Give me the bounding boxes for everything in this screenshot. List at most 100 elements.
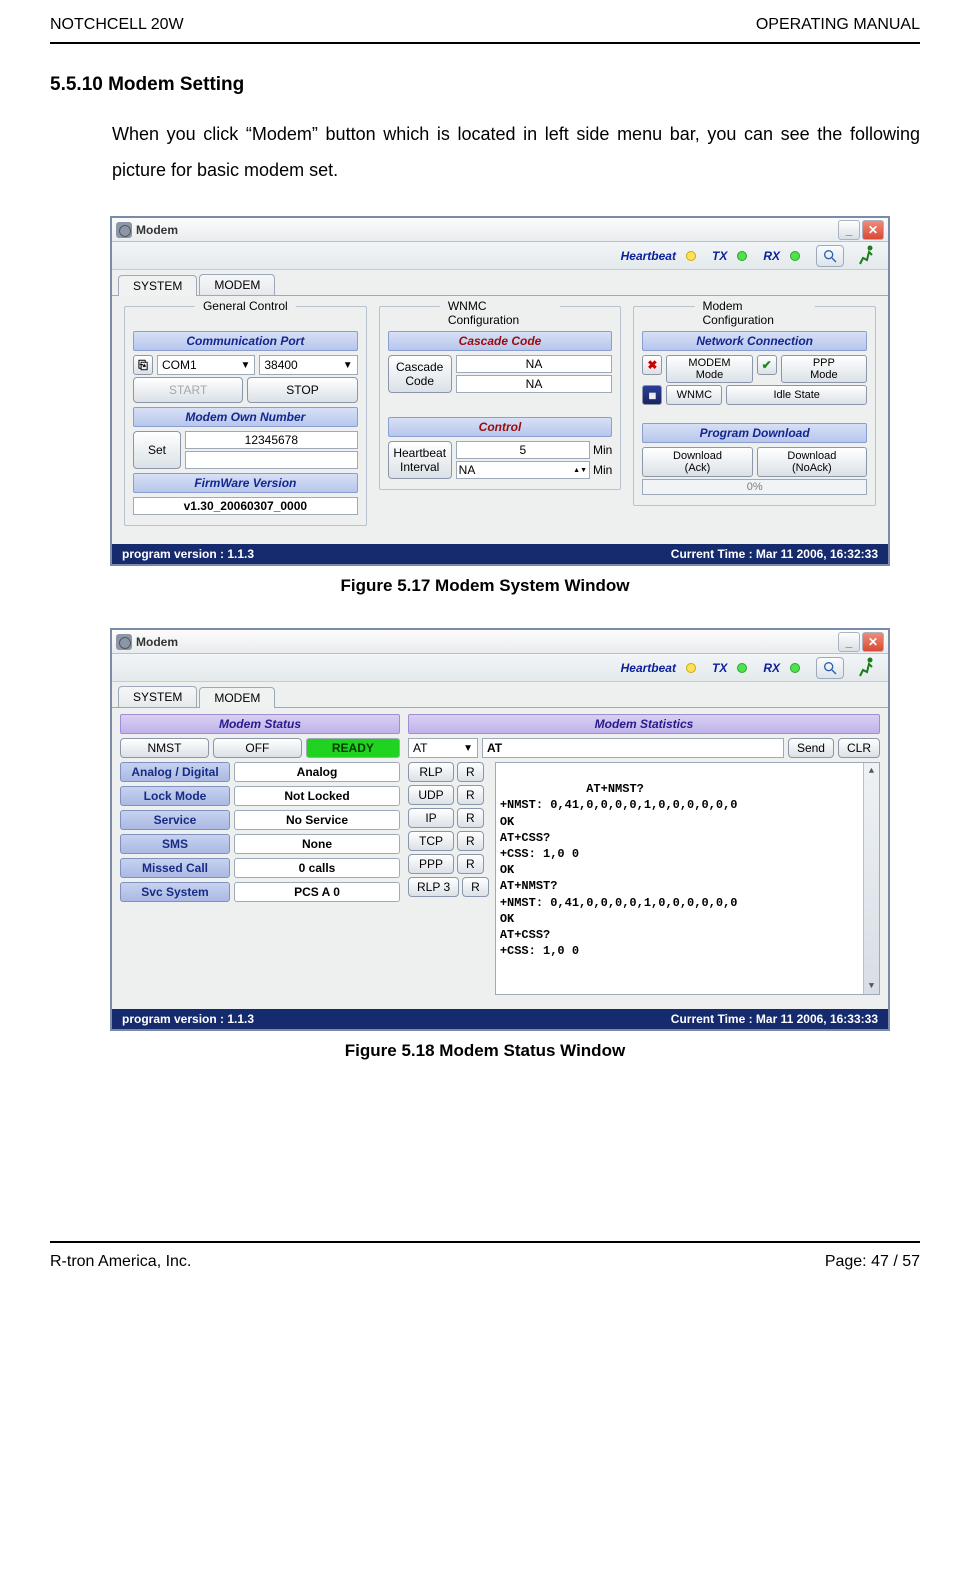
app-icon: [116, 634, 132, 650]
modem-status-header: Modem Status: [120, 714, 400, 734]
rx-indicator-icon: [790, 663, 800, 673]
start-button[interactable]: START: [133, 377, 243, 403]
tab-system[interactable]: SYSTEM: [118, 275, 197, 296]
status-value-2: No Service: [234, 810, 400, 830]
heartbeat-label: Heartbeat: [621, 249, 676, 263]
close-button[interactable]: ✕: [862, 220, 884, 240]
window-title: Modem: [136, 223, 178, 237]
magnifier-icon: [822, 248, 838, 264]
cascade-code-button[interactable]: Cascade Code: [388, 355, 452, 393]
doc-footer-left: R-tron America, Inc.: [50, 1253, 191, 1271]
scroll-down-icon[interactable]: ▼: [864, 978, 879, 994]
com-port-select[interactable]: COM1▼: [157, 355, 255, 375]
log-scrollbar[interactable]: ▲ ▼: [863, 763, 879, 994]
own-number-header: Modem Own Number: [133, 407, 358, 427]
network-connection-header: Network Connection: [642, 331, 867, 351]
firmware-version: v1.30_20060307_0000: [133, 497, 358, 515]
ready-indicator: READY: [306, 738, 400, 758]
stop-button[interactable]: STOP: [247, 377, 357, 403]
protocol-ppp-r-button[interactable]: R: [457, 854, 484, 874]
current-time: Current Time : Mar 11 2006, 16:33:33: [671, 1012, 878, 1026]
nmst-button[interactable]: NMST: [120, 738, 209, 758]
control-header: Control: [388, 417, 613, 437]
tx-indicator-icon: [737, 251, 747, 261]
comm-port-header: Communication Port: [133, 331, 358, 351]
modem-system-window: Modem _ ✕ Heartbeat TX RX SYSTEM MODEM G…: [110, 216, 890, 566]
at-log-text: AT+NMST? +NMST: 0,41,0,0,0,0,1,0,0,0,0,0…: [500, 782, 738, 958]
heartbeat-interval-button[interactable]: Heartbeat Interval: [388, 441, 452, 479]
general-control-group: General Control Communication Port ⎘ COM…: [124, 306, 367, 526]
port-icon[interactable]: ⎘: [133, 355, 153, 375]
protocol-rlp3-r-button[interactable]: R: [462, 877, 489, 897]
minimize-button[interactable]: _: [838, 632, 860, 652]
toolbar: Heartbeat TX RX: [112, 242, 888, 270]
tx-label: TX: [712, 249, 727, 263]
idle-state-display: Idle State: [726, 385, 867, 405]
baud-select[interactable]: 38400▼: [259, 355, 357, 375]
protocol-rlp-button[interactable]: RLP: [408, 762, 454, 782]
cascade-code-na2[interactable]: NA: [456, 375, 613, 393]
search-button[interactable]: [816, 657, 844, 679]
at-command-select[interactable]: AT▼: [408, 738, 478, 758]
protocol-ip-button[interactable]: IP: [408, 808, 454, 828]
tx-indicator-icon: [737, 663, 747, 673]
tab-system[interactable]: SYSTEM: [118, 686, 197, 707]
doc-footer: R-tron America, Inc. Page: 47 / 57: [50, 1241, 920, 1271]
protocol-tcp-r-button[interactable]: R: [457, 831, 484, 851]
set-button[interactable]: Set: [133, 431, 181, 469]
protocol-udp-r-button[interactable]: R: [457, 785, 484, 805]
scroll-up-icon[interactable]: ▲: [864, 763, 879, 779]
protocol-ip-r-button[interactable]: R: [457, 808, 484, 828]
download-noack-button[interactable]: Download (NoAck): [757, 447, 867, 477]
cascade-code-header: Cascade Code: [388, 331, 613, 351]
rx-label: RX: [763, 661, 780, 675]
send-button[interactable]: Send: [788, 738, 834, 758]
doc-header-right: OPERATING MANUAL: [756, 16, 920, 34]
general-control-title: General Control: [195, 299, 296, 313]
protocol-udp-button[interactable]: UDP: [408, 785, 454, 805]
status-value-1: Not Locked: [234, 786, 400, 806]
heartbeat-indicator-icon: [686, 251, 696, 261]
titlebar: Modem _ ✕: [112, 630, 888, 654]
own-number-input[interactable]: [185, 451, 358, 469]
current-time: Current Time : Mar 11 2006, 16:32:33: [671, 547, 878, 561]
modem-mode-button[interactable]: MODEM Mode: [666, 355, 752, 383]
doc-header-left: NOTCHCELL 20W: [50, 16, 184, 34]
clr-button[interactable]: CLR: [838, 738, 880, 758]
download-ack-button[interactable]: Download (Ack): [642, 447, 752, 477]
modem-statistics-header: Modem Statistics: [408, 714, 880, 734]
status-value-4: 0 calls: [234, 858, 400, 878]
protocol-rlp3-button[interactable]: RLP 3: [408, 877, 459, 897]
protocol-tcp-button[interactable]: TCP: [408, 831, 454, 851]
heartbeat-label: Heartbeat: [621, 661, 676, 675]
ppp-mode-button[interactable]: PPP Mode: [781, 355, 867, 383]
statusbar: program version : 1.1.3 Current Time : M…: [112, 1009, 888, 1029]
download-progress: 0%: [642, 479, 867, 495]
program-download-header: Program Download: [642, 423, 867, 443]
own-number-display: 12345678: [185, 431, 358, 449]
tx-label: TX: [712, 661, 727, 675]
minimize-button[interactable]: _: [838, 220, 860, 240]
statusbar: program version : 1.1.3 Current Time : M…: [112, 544, 888, 564]
window-title: Modem: [136, 635, 178, 649]
ppp-mode-status-icon: ✔: [757, 355, 777, 375]
wnmc-button[interactable]: WNMC: [666, 385, 722, 405]
off-button[interactable]: OFF: [213, 738, 302, 758]
tabstrip: SYSTEM MODEM: [112, 270, 888, 295]
at-command-input[interactable]: AT: [482, 738, 784, 758]
tab-modem[interactable]: MODEM: [199, 274, 275, 295]
protocol-rlp-r-button[interactable]: R: [457, 762, 484, 782]
protocol-buttons: RLPRUDPRIPRTCPRPPPRRLP 3R: [408, 762, 489, 995]
close-button[interactable]: ✕: [862, 632, 884, 652]
protocol-ppp-button[interactable]: PPP: [408, 854, 454, 874]
heartbeat-na-spin[interactable]: NA ▲▼: [456, 461, 590, 479]
search-button[interactable]: [816, 245, 844, 267]
figure-caption-1: Figure 5.17 Modem System Window: [50, 576, 920, 596]
tab-modem[interactable]: MODEM: [199, 687, 275, 708]
rx-label: RX: [763, 249, 780, 263]
modem-mode-status-icon: ✖: [642, 355, 662, 375]
min-label-2: Min: [593, 463, 612, 477]
min-label-1: Min: [593, 443, 612, 457]
at-log[interactable]: AT+NMST? +NMST: 0,41,0,0,0,0,1,0,0,0,0,0…: [495, 762, 880, 995]
modem-status-grid: Analog / DigitalAnalogLock ModeNot Locke…: [120, 762, 400, 902]
